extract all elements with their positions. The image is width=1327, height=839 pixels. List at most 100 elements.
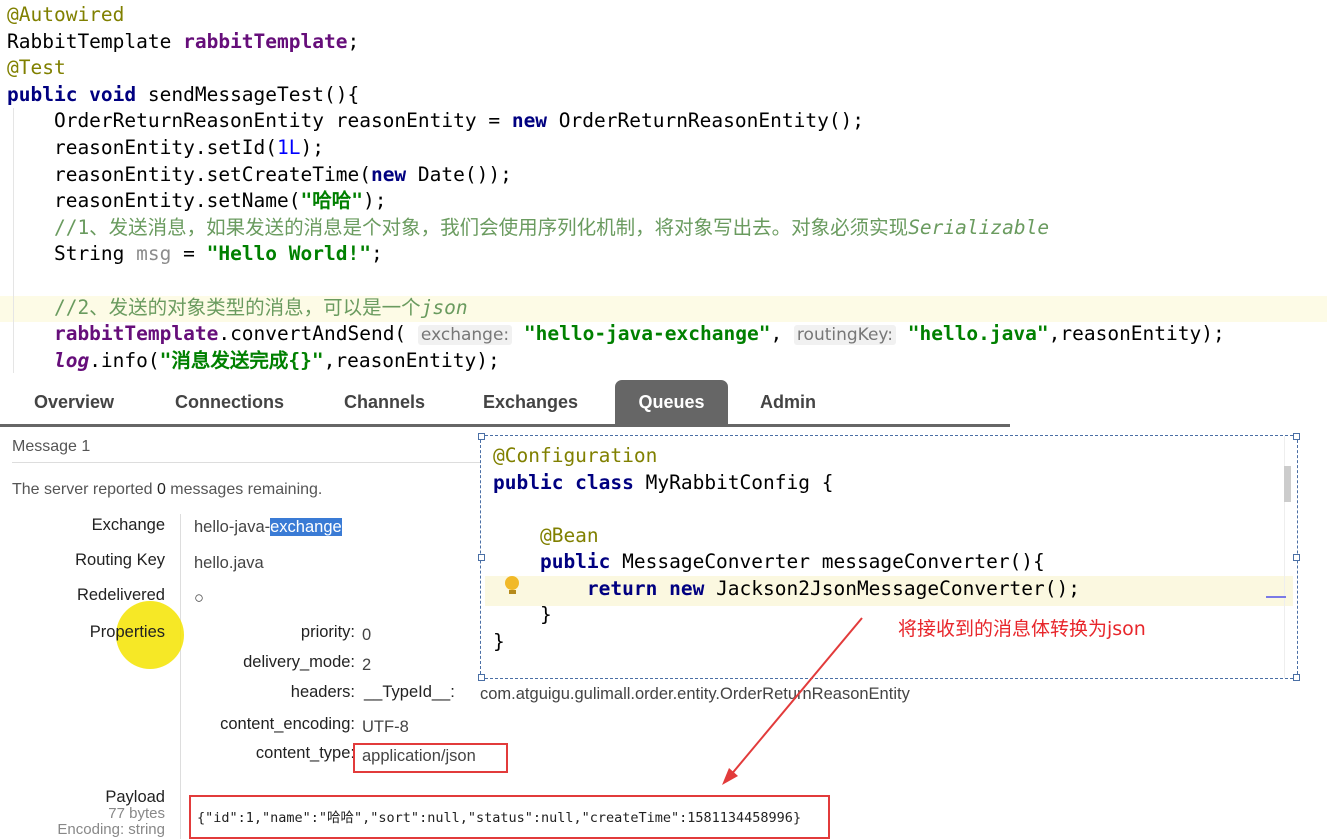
code-token: rabbitTemplate [7, 322, 219, 346]
code-line: @Autowired [7, 2, 124, 28]
priority-label: priority: [300, 623, 355, 641]
code-token: Jackson2JsonMessageConverter(); [716, 576, 1081, 600]
code-line: reasonEntity.setId(1L); [7, 135, 324, 161]
headers-key: __TypeId__: [364, 683, 455, 701]
divider [12, 462, 480, 463]
redelivered-label: Redelivered [76, 586, 165, 604]
code-line: public class MyRabbitConfig { [493, 470, 833, 496]
config-code-snippet: @Configuration public class MyRabbitConfi… [478, 433, 1300, 681]
code-line: OrderReturnReasonEntity reasonEntity = n… [7, 108, 864, 134]
code-token: public void [7, 82, 148, 106]
delivery-mode-value: 2 [362, 656, 372, 674]
resize-handle[interactable] [1293, 554, 1300, 561]
code-token: = [171, 242, 207, 266]
code-token: MessageConverter messageConverter(){ [622, 550, 1045, 573]
code-token: //1、发送消息，如果发送的消息是个对象，我们会使用序列化机制，将对象写出去。对… [7, 215, 909, 239]
payload-encoding: Encoding: string [57, 821, 165, 838]
code-line: @Configuration [493, 443, 657, 469]
code-token: ,reasonEntity); [1048, 322, 1225, 346]
code-token: new [511, 109, 559, 133]
code-token: .convertAndSend( [218, 322, 418, 346]
rabbitmq-nav-tabs: Overview Connections Channels Exchanges … [0, 380, 1010, 427]
code-token: rabbitTemplate [183, 29, 348, 53]
code-token: ); [362, 189, 387, 213]
tab-admin[interactable]: Admin [760, 380, 816, 424]
code-token: json [420, 295, 468, 319]
headers-label: headers: [290, 683, 355, 701]
code-token: @Autowired [7, 3, 125, 26]
content-encoding-label: content_encoding: [220, 715, 355, 733]
exchange-value: hello-java-exchange [194, 518, 342, 536]
code-token: "消息发送完成{}" [159, 348, 324, 372]
code-token: ,reasonEntity); [323, 348, 500, 372]
code-line: @Test [7, 55, 66, 81]
code-token: new [370, 162, 418, 186]
code-line: public void sendMessageTest(){ [7, 82, 359, 108]
code-line: } [493, 629, 505, 655]
code-token: ; [347, 29, 360, 53]
code-token: "Hello World!" [206, 242, 371, 266]
code-token: , [770, 322, 794, 346]
code-token: return new [493, 576, 717, 600]
code-token: ; [370, 242, 383, 266]
code-line: rabbitTemplate.convertAndSend( exchange:… [7, 321, 1225, 347]
resize-handle[interactable] [1293, 674, 1300, 681]
code-line: RabbitTemplate rabbitTemplate; [7, 29, 359, 55]
code-token: @Bean [493, 523, 599, 547]
payload-size: 77 bytes [108, 805, 165, 822]
routing-key-label: Routing Key [75, 551, 165, 569]
code-token: OrderReturnReasonEntity reasonEntity = [7, 109, 512, 133]
resize-handle[interactable] [478, 433, 485, 440]
exchange-label: Exchange [91, 516, 165, 534]
code-editor[interactable]: @Autowired RabbitTemplate rabbitTemplate;… [0, 0, 1327, 378]
tab-overview[interactable]: Overview [34, 380, 114, 424]
code-token: Date()); [417, 162, 512, 186]
redelivered-value: ○ [194, 589, 204, 607]
code-line: log.info("消息发送完成{}",reasonEntity); [7, 348, 500, 374]
selected-text: exchange [270, 518, 342, 536]
code-line: } [493, 602, 552, 628]
code-token: "hello.java" [907, 322, 1049, 346]
code-token: reasonEntity.setCreateTime( [7, 162, 371, 186]
label-divider [180, 514, 181, 839]
code-token: "哈哈" [300, 189, 363, 213]
content-encoding-value: UTF-8 [362, 718, 409, 736]
resize-handle[interactable] [478, 674, 485, 681]
code-token: msg [136, 242, 172, 266]
code-token: } [493, 603, 552, 626]
resize-handle[interactable] [1293, 433, 1300, 440]
code-token: ); [300, 136, 324, 159]
resize-handle[interactable] [478, 554, 485, 561]
code-line: String msg = "Hello World!"; [7, 241, 383, 267]
code-line: @Bean [493, 523, 599, 549]
headers-value: com.atguigu.gulimall.order.entity.OrderR… [478, 685, 912, 704]
code-token: reasonEntity.setId( [7, 136, 278, 159]
code-token: @Test [7, 56, 66, 80]
code-token: 1L [277, 136, 301, 159]
message-title: Message 1 [12, 438, 91, 455]
properties-label: Properties [89, 623, 165, 641]
code-token: log [7, 348, 90, 372]
content-type-label: content_type: [255, 744, 355, 762]
annotation-text: 将接收到的消息体转换为json [898, 618, 1146, 640]
payload-value: {"id":1,"name":"哈哈","sort":null,"status"… [197, 810, 802, 826]
code-token: "hello-java-exchange" [523, 322, 771, 346]
tab-exchanges[interactable]: Exchanges [483, 380, 578, 424]
content-type-value: application/json [362, 747, 476, 765]
code-token: routingKey: [793, 325, 896, 346]
remaining-messages-text: The server reported 0 messages remaining… [12, 481, 323, 498]
code-token: OrderReturnReasonEntity(); [558, 109, 865, 133]
code-line: public MessageConverter messageConverter… [493, 549, 1045, 575]
tab-queues[interactable]: Queues [615, 380, 728, 424]
scrollbar-thumb[interactable] [1284, 466, 1291, 502]
code-token: String [7, 242, 137, 266]
code-token: .info( [89, 348, 160, 372]
code-token: exchange: [417, 325, 513, 346]
code-line: //2、发送的对象类型的消息，可以是一个json [7, 295, 468, 321]
code-line: return new Jackson2JsonMessageConverter(… [493, 576, 1080, 602]
code-token: Serializable [908, 215, 1050, 239]
tab-channels[interactable]: Channels [344, 380, 425, 424]
tab-connections[interactable]: Connections [175, 380, 284, 424]
